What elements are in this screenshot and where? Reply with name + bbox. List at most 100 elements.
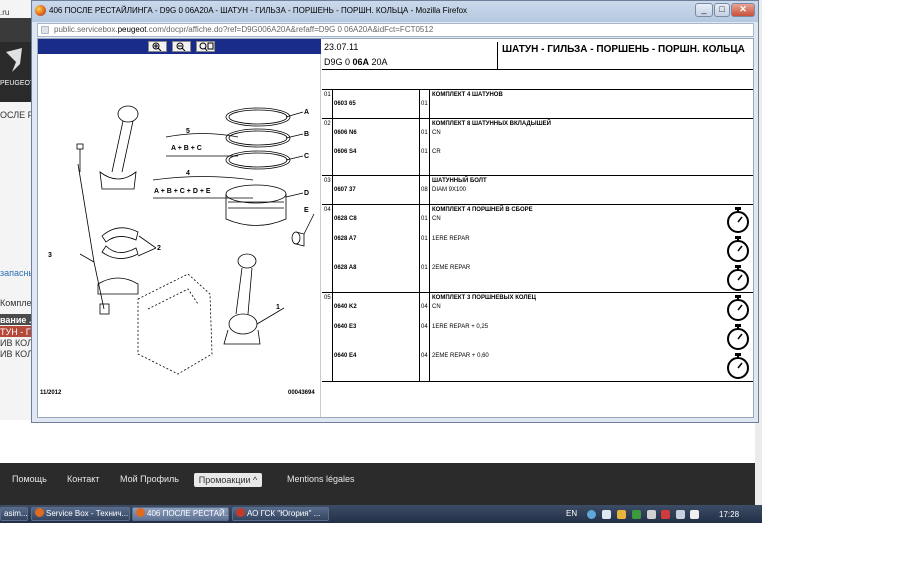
bg-text-domain: .ru [0, 8, 10, 17]
callout-e[interactable]: E [304, 207, 309, 214]
page-content: A B C D E 1 2 3 4 5 A + B + C A + B + C … [37, 38, 754, 418]
parts-diagram[interactable]: A B C D E 1 2 3 4 5 A + B + C A + B + C … [38, 54, 321, 399]
formula-4: A + B + C + D + E [154, 188, 211, 195]
minimize-button[interactable]: _ [695, 3, 713, 17]
empty-area [763, 0, 900, 562]
part-desc: 2EME REPAR [432, 265, 471, 271]
group-title: КОМПЛЕКТ 8 ШАТУННЫХ ВКЛАДЫШЕЙ [432, 121, 551, 127]
part-qty: 04 [421, 304, 428, 310]
part-ref[interactable]: 0607 37 [334, 187, 356, 193]
callout-5[interactable]: 5 [186, 128, 190, 135]
address-bar[interactable]: public.servicebox.peugeot.com/docpr/affi… [37, 23, 754, 37]
window-titlebar[interactable]: 406 ПОСЛЕ РЕСТАЙЛИНГА - D9G 0 06A20A - Ш… [32, 1, 758, 22]
promo-button[interactable]: Промоакции ^ [194, 473, 262, 487]
parts-group-02: 02 КОМПЛЕКТ 8 ШАТУННЫХ ВКЛАДЫШЕЙ 0606 N6… [322, 119, 753, 176]
parts-group-04: 04 КОМПЛЕКТ 4 ПОРШНЕЙ В СБОРЕ 0628 C8 01… [322, 205, 753, 293]
part-ref[interactable]: 0606 N6 [334, 130, 357, 136]
page-title: ШАТУН - ГИЛЬЗА - ПОРШЕНЬ - ПОРШН. КОЛЬЦА [497, 42, 753, 69]
labor-time-icon[interactable] [725, 235, 751, 263]
part-qty: 01 [421, 216, 428, 222]
callout-d[interactable]: D [304, 190, 309, 197]
diagram-pane: A B C D E 1 2 3 4 5 A + B + C A + B + C … [38, 39, 321, 417]
zoom-in-button[interactable] [148, 41, 167, 52]
callout-a[interactable]: A [304, 109, 309, 116]
bg-text-spare[interactable]: запасны [0, 268, 35, 278]
part-desc: 1ERE REPAR [432, 236, 470, 242]
desktop-screen: .ru PEUGEOT ОСЛЕ РЕ запасны Комплект ван… [0, 0, 900, 562]
background-dark-band [0, 18, 32, 42]
site-identity-icon[interactable] [41, 26, 49, 34]
window-title: 406 ПОСЛЕ РЕСТАЙЛИНГА - D9G 0 06A20A - Ш… [49, 6, 468, 15]
taskbar-clock[interactable]: 17:28 [719, 510, 739, 519]
part-ref[interactable]: 0640 E3 [334, 324, 356, 330]
part-qty: 01 [421, 130, 428, 136]
windows-taskbar: asim... Service Box - Технич... 406 ПОСЛ… [0, 505, 762, 523]
firefox-icon [35, 5, 46, 16]
parts-table-pane: 23.07.11 D9G 0 06A 20A ШАТУН - ГИЛЬЗА - … [322, 39, 753, 417]
taskbar-item-popup[interactable]: 406 ПОСЛЕ РЕСТАЙ... [132, 507, 229, 521]
volume-icon[interactable] [690, 510, 699, 519]
part-ref[interactable]: 0628 C8 [334, 216, 357, 222]
labor-time-icon[interactable] [725, 206, 751, 234]
part-ref[interactable]: 0640 K2 [334, 304, 357, 310]
parts-group-03: 03 ШАТУННЫЙ БОЛТ 0607 37 08 DIAM 9X100 [322, 176, 753, 205]
bg-text-name: вание . [0, 315, 32, 325]
callout-3[interactable]: 3 [48, 252, 52, 259]
labor-time-icon[interactable] [725, 323, 751, 351]
popup-browser-window: 406 ПОСЛЕ РЕСТАЙЛИНГА - D9G 0 06A20A - Ш… [31, 0, 759, 423]
group-title: КОМПЛЕКТ 4 ПОРШНЕЙ В СБОРЕ [432, 207, 533, 213]
part-qty: 01 [421, 149, 428, 155]
group-number: 04 [324, 207, 331, 213]
part-ref[interactable]: 0606 S4 [334, 149, 356, 155]
tray-icon[interactable] [647, 510, 656, 519]
part-desc: DIAM 9X100 [432, 187, 467, 193]
diagram-ref: 00043694 [288, 390, 315, 396]
part-ref[interactable]: 0628 A7 [334, 236, 356, 242]
footer-legal-link[interactable]: Mentions légales [287, 474, 355, 484]
language-indicator[interactable]: EN [566, 509, 577, 518]
taskbar-item-yugoria[interactable]: АО ГСК "Югория" ... [232, 507, 329, 521]
taskbar-item-asim[interactable]: asim... [0, 507, 28, 521]
zoom-out-button[interactable] [172, 41, 191, 52]
maximize-button[interactable]: □ [714, 3, 730, 17]
url-text: public.servicebox.peugeot.com/docpr/affi… [54, 25, 434, 34]
zoom-fit-icon [199, 42, 214, 52]
callout-4[interactable]: 4 [186, 170, 190, 177]
part-row[interactable] [324, 100, 719, 112]
part-desc: CN [432, 130, 441, 136]
group-number: 05 [324, 295, 331, 301]
part-ref[interactable]: 0628 A8 [334, 265, 356, 271]
callout-2[interactable]: 2 [157, 245, 161, 252]
callout-1[interactable]: 1 [276, 304, 280, 311]
part-ref[interactable]: 0640 E4 [334, 353, 356, 359]
bg-brand-text: PEUGEOT [0, 80, 35, 87]
taskbar-item-servicebox[interactable]: Service Box - Технич... [31, 507, 130, 521]
display-icon[interactable] [676, 510, 685, 519]
labor-time-icon[interactable] [725, 294, 751, 322]
part-qty: 08 [421, 187, 428, 193]
tray-app-icon[interactable] [632, 510, 641, 519]
footer-help-link[interactable]: Помощь [12, 474, 47, 484]
notification-icon[interactable] [617, 510, 626, 519]
group-title: КОМПЛЕКТ 3 ПОРШНЕВЫХ КОЛЕЦ [432, 295, 536, 301]
header-divider [322, 69, 753, 70]
zoom-fit-button[interactable] [196, 41, 215, 52]
firefox-icon [35, 508, 44, 517]
part-ref[interactable]: 0603 65 [334, 101, 356, 107]
network-icon[interactable] [587, 510, 596, 519]
footer-contact-link[interactable]: Контакт [67, 474, 99, 484]
diagram-date: 11/2012 [40, 390, 62, 396]
flag-icon[interactable] [661, 510, 670, 519]
parts-group-05: 05 КОМПЛЕКТ 3 ПОРШНЕВЫХ КОЛЕЦ 0640 K2 04… [322, 293, 753, 382]
group-title: ШАТУННЫЙ БОЛТ [432, 178, 487, 184]
close-button[interactable]: ✕ [731, 3, 755, 17]
footer-profile-link[interactable]: Мой Профиль [120, 474, 179, 484]
tray-icon[interactable] [602, 510, 611, 519]
labor-time-icon[interactable] [725, 264, 751, 292]
callout-b[interactable]: B [304, 131, 309, 138]
part-desc: 1ERE REPAR + 0,25 [432, 324, 489, 330]
parts-group-01: 01 КОМПЛЕКТ 4 ШАТУНОВ 0603 65 01 [322, 90, 753, 119]
callout-c[interactable]: C [304, 153, 309, 160]
labor-time-icon[interactable] [725, 352, 751, 380]
browser-icon [236, 508, 245, 517]
